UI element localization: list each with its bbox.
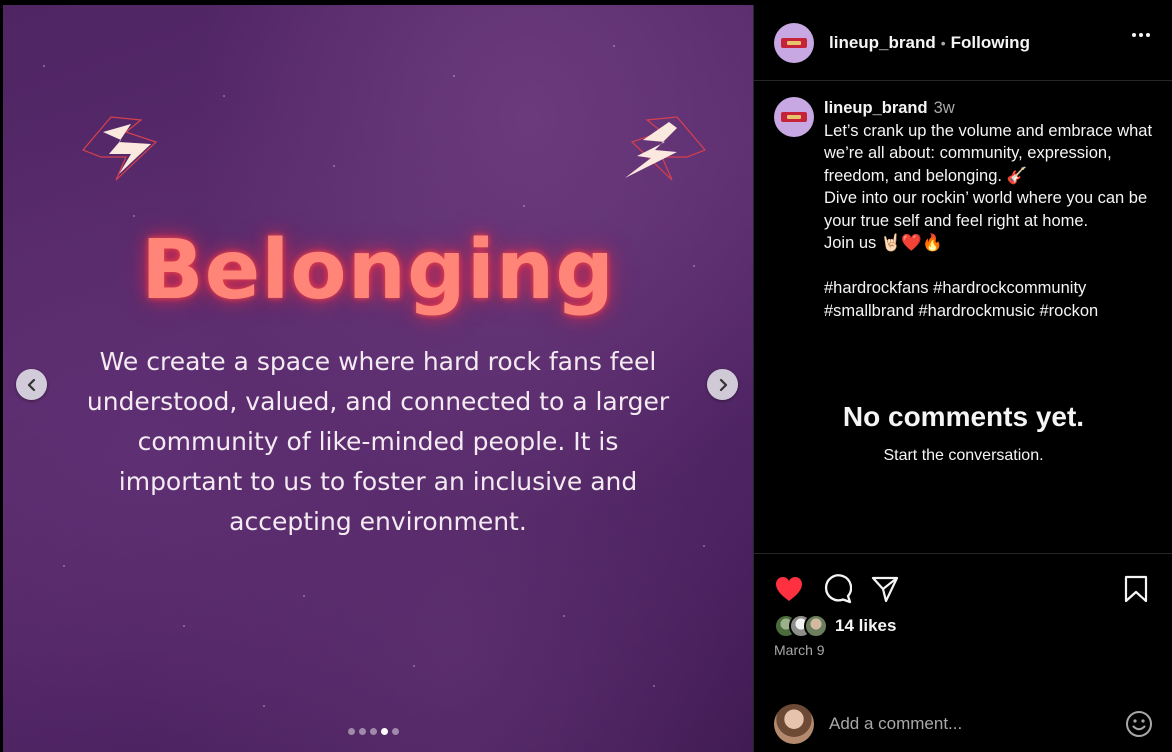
lightning-bolt-icon: [625, 116, 707, 181]
chevron-left-icon: [27, 378, 35, 391]
post-sidebar: lineup_brand • Following lineup_brand 3w …: [753, 5, 1172, 752]
chevron-right-icon: [719, 378, 727, 391]
comment-composer: [754, 694, 1172, 752]
bookmark-icon: [1124, 575, 1148, 603]
post-media: Belonging We create a space where hard r…: [3, 5, 753, 752]
slide-body-text: We create a space where hard rock fans f…: [86, 347, 670, 536]
more-dot-icon: [1132, 33, 1136, 37]
carousel-dot: [392, 728, 399, 735]
caption-text: Let’s crank up the volume and embrace wh…: [824, 121, 1153, 320]
carousel-dot: [381, 728, 388, 735]
post-caption: lineup_brand 3w Let’s crank up the volume…: [774, 97, 1154, 322]
caption-timestamp[interactable]: 3w: [934, 99, 955, 117]
carousel-dot: [370, 728, 377, 735]
comment-icon[interactable]: [822, 574, 852, 604]
brand-avatar[interactable]: [774, 22, 814, 63]
empty-comments-title: No comments yet.: [842, 401, 1085, 432]
more-dot-icon: [1146, 33, 1150, 37]
save-button[interactable]: [1121, 574, 1151, 604]
likes-count[interactable]: 14 likes: [835, 616, 896, 636]
post-actions-section: 14 likes March 9: [754, 553, 1172, 752]
next-slide-button[interactable]: [707, 369, 738, 400]
caption-body: lineup_brand 3w Let’s crank up the volume…: [824, 97, 1154, 322]
smiley-icon: [1126, 711, 1152, 737]
action-icons: [774, 574, 900, 604]
header-separator: •: [940, 34, 946, 51]
comment-input[interactable]: [829, 714, 1125, 734]
post-header: lineup_brand • Following: [754, 5, 1172, 81]
more-options-button[interactable]: [1132, 33, 1150, 37]
share-icon[interactable]: [870, 574, 900, 604]
brand-logo: [781, 112, 807, 122]
emoji-button[interactable]: [1125, 710, 1153, 738]
current-user-avatar: [774, 704, 814, 744]
empty-comments-subtitle: Start the conversation.: [883, 447, 1044, 464]
empty-comments: No comments yet. Start the conversation.: [754, 401, 1172, 465]
slide-headline: Belonging: [141, 223, 615, 318]
liker-avatar: [804, 614, 828, 638]
lightning-bolt-icon: [81, 116, 158, 181]
caption-avatar[interactable]: [774, 97, 814, 137]
carousel-indicator: [348, 728, 399, 735]
likes-row[interactable]: 14 likes: [774, 614, 896, 638]
heart-icon[interactable]: [774, 574, 804, 604]
carousel-dot: [348, 728, 355, 735]
following-button[interactable]: Following: [951, 33, 1030, 53]
caption-username[interactable]: lineup_brand: [824, 99, 928, 117]
post-date[interactable]: March 9: [774, 642, 825, 658]
carousel-dot: [359, 728, 366, 735]
brand-logo: [781, 37, 807, 48]
more-dot-icon: [1139, 33, 1143, 37]
header-username[interactable]: lineup_brand: [829, 33, 936, 53]
previous-slide-button[interactable]: [16, 369, 47, 400]
